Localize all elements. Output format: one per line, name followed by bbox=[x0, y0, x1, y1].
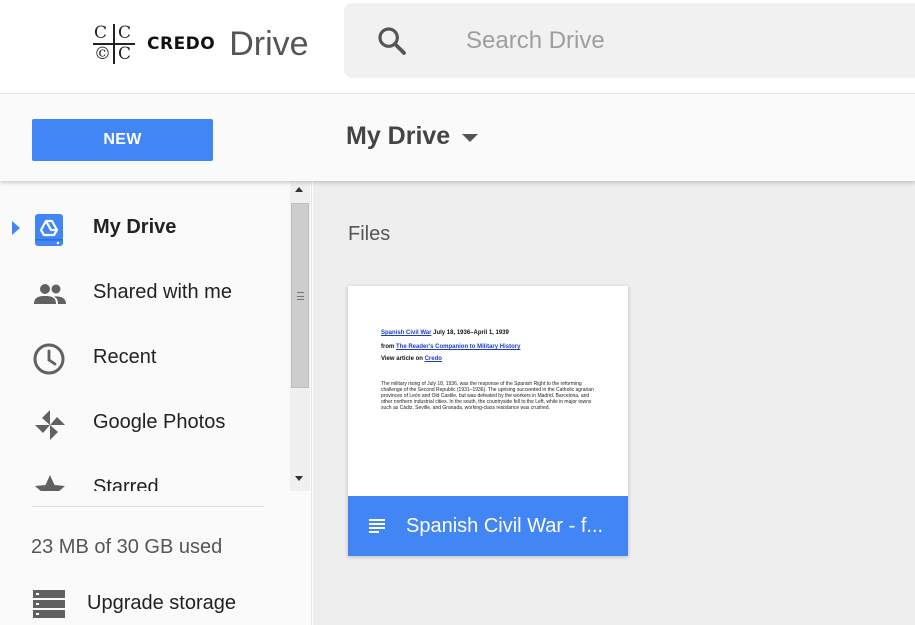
upgrade-storage-label: Upgrade storage bbox=[87, 592, 236, 614]
files-heading: Files bbox=[348, 223, 391, 245]
search-input[interactable] bbox=[466, 21, 886, 61]
search-box bbox=[344, 3, 915, 78]
new-button[interactable]: NEW bbox=[32, 119, 213, 161]
sidebar-scrollbar[interactable] bbox=[290, 181, 310, 491]
credo-logo-mark: C C © C bbox=[93, 24, 135, 64]
toolbar: NEW My Drive bbox=[0, 95, 915, 181]
logo-letter: © bbox=[94, 44, 111, 64]
sidebar-item-label: My Drive bbox=[93, 216, 177, 238]
my-drive-icon bbox=[35, 214, 63, 246]
search-icon[interactable] bbox=[376, 25, 408, 57]
thumb-title-line: Spanish Civil War July 18, 1936–April 1,… bbox=[381, 330, 509, 336]
grip-icon bbox=[297, 292, 304, 300]
file-footer[interactable]: Spanish Civil War - f... bbox=[348, 496, 628, 556]
sidebar-item-recent[interactable]: Recent bbox=[0, 328, 290, 388]
storage-stack-icon bbox=[33, 590, 65, 618]
logo-letter: C bbox=[118, 23, 132, 43]
file-thumbnail: Spanish Civil War July 18, 1936–April 1,… bbox=[348, 286, 628, 496]
sidebar-nav: My Drive Shared with me Recent Google Ph… bbox=[0, 181, 290, 491]
logo-credo-text: CREDO bbox=[147, 34, 216, 54]
thumb-paragraph: The military rising of July 18, 1936, wa… bbox=[381, 381, 594, 411]
upgrade-storage-link[interactable]: Upgrade storage bbox=[0, 583, 290, 625]
scroll-down-arrow-icon[interactable] bbox=[295, 476, 303, 481]
sidebar-item-label: Google Photos bbox=[93, 411, 226, 433]
sidebar-item-my-drive[interactable]: My Drive bbox=[0, 198, 290, 258]
sidebar-item-starred[interactable]: Starred bbox=[0, 458, 290, 491]
caret-down-icon bbox=[462, 134, 479, 142]
sidebar-item-label: Shared with me bbox=[93, 281, 232, 303]
storage-usage: 23 MB of 30 GB used bbox=[31, 536, 223, 558]
logo-drive-text: Drive bbox=[229, 24, 309, 63]
star-icon bbox=[35, 475, 65, 491]
pinwheel-icon bbox=[35, 410, 65, 440]
main-content: Files Spanish Civil War July 18, 1936–Ap… bbox=[313, 181, 915, 625]
clock-icon bbox=[33, 343, 65, 375]
doc-lines-icon bbox=[369, 519, 385, 533]
logo-letter: C bbox=[94, 23, 108, 43]
app-header: C C © C CREDO Drive bbox=[0, 0, 915, 94]
file-card[interactable]: Spanish Civil War July 18, 1936–April 1,… bbox=[348, 286, 628, 556]
scroll-up-arrow-icon[interactable] bbox=[295, 187, 303, 192]
sidebar-item-label: Recent bbox=[93, 346, 157, 368]
credo-drive-logo[interactable]: C C © C CREDO Drive bbox=[93, 24, 309, 64]
sidebar-item-google-photos[interactable]: Google Photos bbox=[0, 393, 290, 453]
thumb-source-line: from The Reader's Companion to Military … bbox=[381, 344, 521, 350]
page-title: My Drive bbox=[346, 122, 451, 150]
expand-arrow-icon[interactable] bbox=[12, 221, 20, 235]
logo-letter: C bbox=[118, 44, 132, 64]
thumb-view-line: View article on Credo bbox=[381, 356, 442, 362]
sidebar-item-label: Starred bbox=[93, 476, 159, 491]
shared-people-icon bbox=[34, 284, 66, 304]
sidebar-item-shared-with-me[interactable]: Shared with me bbox=[0, 263, 290, 323]
scrollbar-thumb[interactable] bbox=[291, 203, 309, 388]
sidebar: My Drive Shared with me Recent Google Ph… bbox=[0, 181, 312, 625]
file-name: Spanish Civil War - f... bbox=[406, 515, 604, 537]
sidebar-divider bbox=[32, 506, 264, 507]
my-drive-dropdown[interactable]: My Drive bbox=[346, 122, 479, 151]
